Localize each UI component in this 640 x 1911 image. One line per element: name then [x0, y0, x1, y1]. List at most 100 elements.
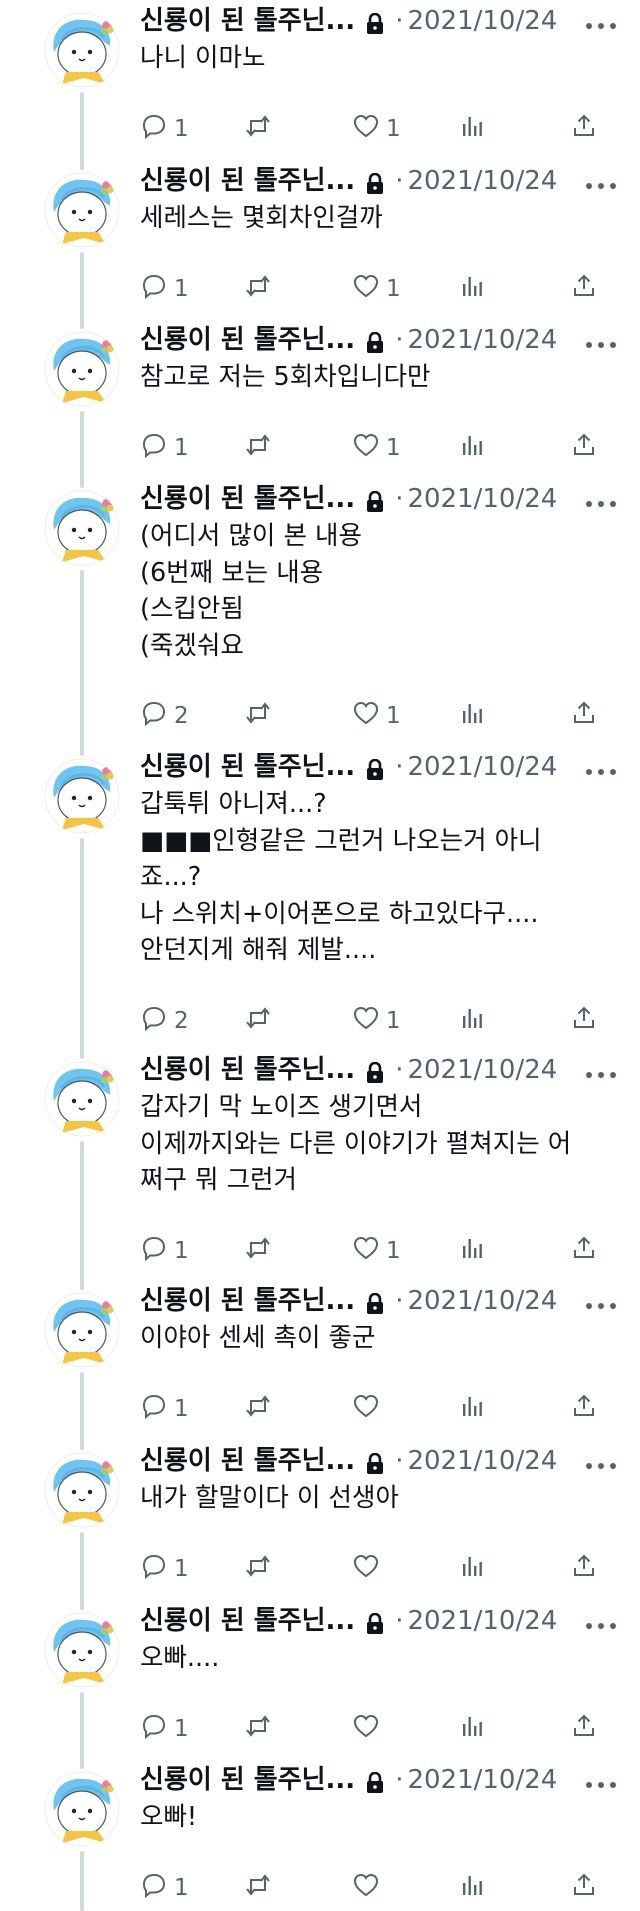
display-name[interactable]: 신룡이 된 톨주닌... — [140, 1763, 355, 1797]
display-name[interactable]: 신룡이 된 톨주닌... — [140, 323, 355, 357]
views-button[interactable] — [458, 1234, 486, 1268]
tweet-date[interactable]: 2021/10/24 — [407, 750, 557, 784]
share-button[interactable] — [570, 1871, 598, 1905]
display-name[interactable]: 신룡이 된 톨주닌... — [140, 1444, 355, 1478]
avatar[interactable] — [44, 1061, 120, 1137]
more-options-icon[interactable] — [584, 176, 618, 189]
avatar[interactable] — [44, 172, 120, 248]
retweet-button[interactable] — [244, 112, 272, 146]
like-button[interactable]: 1 — [352, 112, 401, 146]
more-options-icon[interactable] — [584, 335, 618, 348]
share-button[interactable] — [570, 272, 598, 306]
retweet-button[interactable] — [244, 699, 272, 733]
share-button[interactable] — [570, 1392, 598, 1426]
views-button[interactable] — [458, 1871, 486, 1905]
like-button[interactable]: 1 — [352, 1004, 401, 1038]
reply-button[interactable]: 2 — [140, 1004, 189, 1038]
tweet-date[interactable]: 2021/10/24 — [407, 1053, 557, 1087]
more-options-icon[interactable] — [584, 1775, 618, 1788]
reply-button[interactable]: 1 — [140, 1712, 189, 1746]
reply-button[interactable]: 1 — [140, 1392, 189, 1426]
avatar[interactable] — [44, 758, 120, 834]
retweet-button[interactable] — [244, 1234, 272, 1268]
display-name[interactable]: 신룡이 된 톨주닌... — [140, 164, 355, 198]
views-button[interactable] — [458, 112, 486, 146]
more-options-icon[interactable] — [584, 1296, 618, 1309]
display-name[interactable]: 신룡이 된 톨주닌... — [140, 1604, 355, 1638]
like-button[interactable] — [352, 1871, 386, 1905]
avatar[interactable] — [44, 1292, 120, 1368]
like-button[interactable] — [352, 1552, 386, 1586]
tweet[interactable]: 신룡이 된 톨주닌... · 2021/10/24 (어디서 많이 본 내용 (6… — [0, 478, 640, 756]
tweet-date[interactable]: 2021/10/24 — [407, 1444, 557, 1478]
share-button[interactable] — [570, 1234, 598, 1268]
display-name[interactable]: 신룡이 된 톨주닌... — [140, 4, 355, 38]
tweet-date[interactable]: 2021/10/24 — [407, 164, 557, 198]
reply-button[interactable]: 1 — [140, 1552, 189, 1586]
tweet-date[interactable]: 2021/10/24 — [407, 1763, 557, 1797]
tweet[interactable]: 신룡이 된 톨주닌... · 2021/10/24 참고로 저는 5회차입니다만… — [0, 319, 640, 488]
tweet-date[interactable]: 2021/10/24 — [407, 4, 557, 38]
tweet[interactable]: 신룡이 된 톨주닌... · 2021/10/24 이야아 센세 촉이 좋군 1 — [0, 1280, 640, 1450]
views-button[interactable] — [458, 272, 486, 306]
share-button[interactable] — [570, 1712, 598, 1746]
like-button[interactable]: 1 — [352, 272, 401, 306]
tweet[interactable]: 신룡이 된 톨주닌... · 2021/10/24 오빠.... 1 — [0, 1600, 640, 1769]
share-button[interactable] — [570, 1552, 598, 1586]
more-options-icon[interactable] — [584, 1065, 618, 1078]
avatar[interactable] — [44, 1612, 120, 1688]
tweet[interactable]: 신룡이 된 톨주닌... · 2021/10/24 세레스는 몇회차인걸까 1 … — [0, 160, 640, 329]
avatar[interactable] — [44, 12, 120, 88]
reply-button[interactable]: 1 — [140, 272, 189, 306]
views-button[interactable] — [458, 1004, 486, 1038]
tweet[interactable]: 신룡이 된 톨주닌... · 2021/10/24 나니 이마노 1 1 — [0, 0, 640, 170]
share-button[interactable] — [570, 431, 598, 465]
like-button[interactable]: 1 — [352, 1234, 401, 1268]
retweet-button[interactable] — [244, 1004, 272, 1038]
tweet-date[interactable]: 2021/10/24 — [407, 1284, 557, 1318]
reply-button[interactable]: 1 — [140, 1871, 189, 1905]
views-button[interactable] — [458, 1712, 486, 1746]
views-button[interactable] — [458, 1552, 486, 1586]
display-name[interactable]: 신룡이 된 톨주닌... — [140, 1053, 355, 1087]
more-options-icon[interactable] — [584, 494, 618, 507]
tweet-date[interactable]: 2021/10/24 — [407, 1604, 557, 1638]
retweet-button[interactable] — [244, 431, 272, 465]
more-options-icon[interactable] — [584, 762, 618, 775]
display-name[interactable]: 신룡이 된 톨주닌... — [140, 482, 355, 516]
tweet-date[interactable]: 2021/10/24 — [407, 482, 557, 516]
share-button[interactable] — [570, 112, 598, 146]
like-button[interactable]: 1 — [352, 431, 401, 465]
reply-button[interactable]: 1 — [140, 431, 189, 465]
display-name[interactable]: 신룡이 된 톨주닌... — [140, 750, 355, 784]
views-button[interactable] — [458, 699, 486, 733]
tweet[interactable]: 신룡이 된 톨주닌... · 2021/10/24 갑툭튀 아니져...? ■■■… — [0, 746, 640, 1059]
views-button[interactable] — [458, 1392, 486, 1426]
views-button[interactable] — [458, 431, 486, 465]
share-button[interactable] — [570, 699, 598, 733]
avatar[interactable] — [44, 1452, 120, 1528]
like-button[interactable]: 1 — [352, 699, 401, 733]
retweet-button[interactable] — [244, 1392, 272, 1426]
more-options-icon[interactable] — [584, 1616, 618, 1629]
reply-button[interactable]: 2 — [140, 699, 189, 733]
retweet-button[interactable] — [244, 1552, 272, 1586]
avatar[interactable] — [44, 490, 120, 566]
like-button[interactable] — [352, 1712, 386, 1746]
reply-button[interactable]: 1 — [140, 1234, 189, 1268]
retweet-button[interactable] — [244, 1712, 272, 1746]
reply-button[interactable]: 1 — [140, 112, 189, 146]
share-button[interactable] — [570, 1004, 598, 1038]
avatar[interactable] — [44, 1771, 120, 1847]
tweet[interactable]: 신룡이 된 톨주닌... · 2021/10/24 갑자기 막 노이즈 생기면서… — [0, 1049, 640, 1290]
retweet-button[interactable] — [244, 1871, 272, 1905]
more-options-icon[interactable] — [584, 16, 618, 29]
tweet-date[interactable]: 2021/10/24 — [407, 323, 557, 357]
display-name[interactable]: 신룡이 된 톨주닌... — [140, 1284, 355, 1318]
avatar[interactable] — [44, 331, 120, 407]
more-options-icon[interactable] — [584, 1456, 618, 1469]
tweet[interactable]: 신룡이 된 톨주닌... · 2021/10/24 내가 할말이다 이 선생아 … — [0, 1440, 640, 1610]
retweet-button[interactable] — [244, 272, 272, 306]
like-button[interactable] — [352, 1392, 386, 1426]
tweet[interactable]: 신룡이 된 톨주닌... · 2021/10/24 오빠! 1 — [0, 1759, 640, 1911]
